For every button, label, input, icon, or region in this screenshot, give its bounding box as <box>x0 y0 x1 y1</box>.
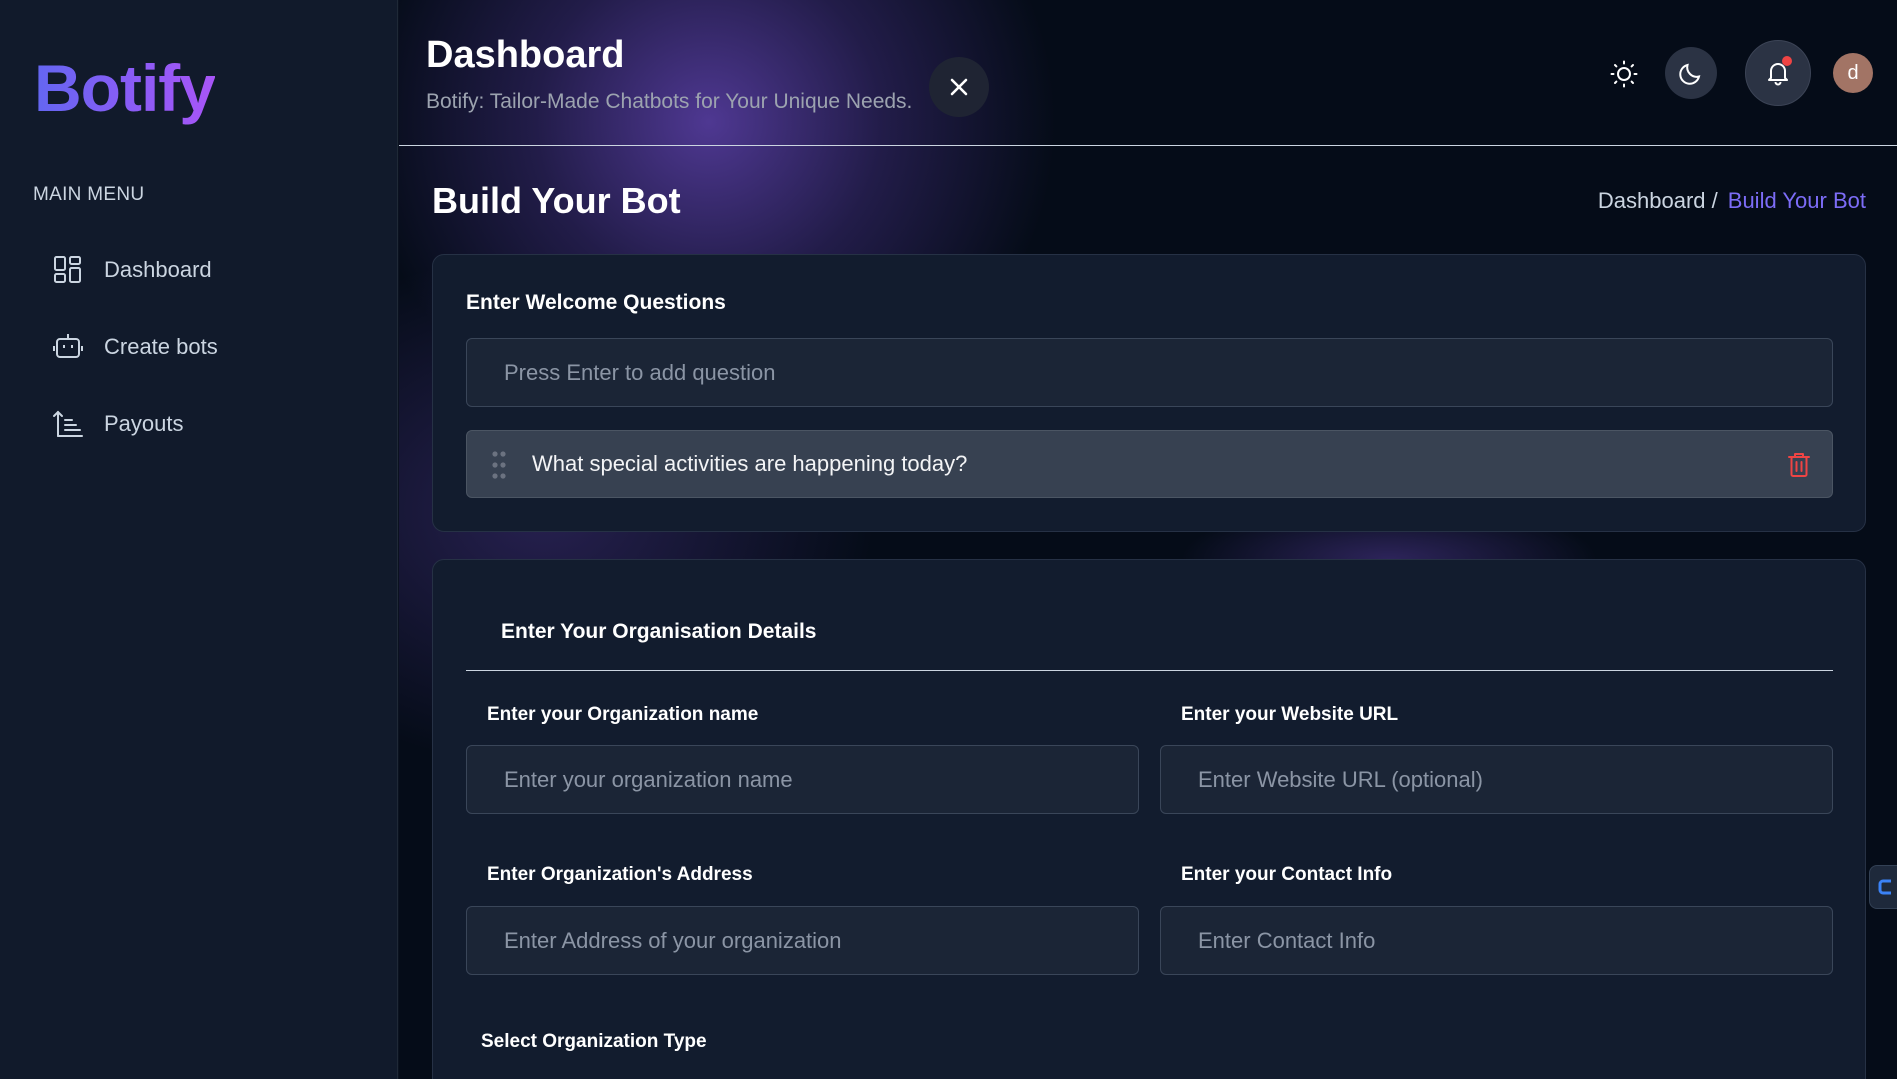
close-button[interactable] <box>929 57 989 117</box>
top-header: Dashboard Botify: Tailor-Made Chatbots f… <box>399 0 1897 146</box>
organization-type-label: Select Organization Type <box>481 1031 707 1052</box>
page-title: Build Your Bot <box>432 180 681 221</box>
contact-info-input[interactable]: Enter Contact Info <box>1160 906 1833 975</box>
organization-name-input[interactable]: Enter your organization name <box>466 745 1139 814</box>
website-url-label: Enter your Website URL <box>1181 704 1399 725</box>
question-list-item[interactable]: What special activities are happening to… <box>466 430 1833 498</box>
organisation-details-card: Enter Your Organisation Details Enter yo… <box>432 559 1866 1079</box>
avatar[interactable]: d <box>1833 53 1873 93</box>
sun-icon <box>1610 60 1638 88</box>
header-subtitle: Botify: Tailor-Made Chatbots for Your Un… <box>426 90 913 113</box>
sidebar-item-label: Dashboard <box>104 257 212 282</box>
notifications-button[interactable] <box>1745 40 1811 106</box>
robot-icon <box>52 331 84 363</box>
sidebar-item-payouts[interactable]: Payouts <box>52 402 352 446</box>
notification-dot <box>1782 56 1792 66</box>
widget-icon <box>1878 879 1891 895</box>
sidebar: Botify MAIN MENU Dashboard Create bots P… <box>0 0 398 1079</box>
organisation-details-heading: Enter Your Organisation Details <box>501 620 817 643</box>
breadcrumb-home[interactable]: Dashboard / <box>1598 188 1718 214</box>
breadcrumb-current: Build Your Bot <box>1727 188 1866 213</box>
main-menu-heading: MAIN MENU <box>33 184 145 205</box>
sidebar-item-label: Payouts <box>104 411 184 436</box>
website-url-input[interactable]: Enter Website URL (optional) <box>1160 745 1833 814</box>
moon-icon <box>1679 63 1701 85</box>
question-text: What special activities are happening to… <box>532 451 968 476</box>
header-title: Dashboard <box>426 34 625 76</box>
section-divider <box>466 670 1833 671</box>
welcome-question-input[interactable]: Press Enter to add question <box>466 338 1833 407</box>
welcome-questions-heading: Enter Welcome Questions <box>466 291 726 314</box>
side-widget-tab[interactable] <box>1869 865 1897 909</box>
logo[interactable]: Botify <box>34 50 216 126</box>
dark-mode-button[interactable] <box>1665 47 1717 99</box>
close-icon <box>950 78 968 96</box>
sidebar-item-create-bots[interactable]: Create bots <box>52 325 352 369</box>
organization-address-input[interactable]: Enter Address of your organization <box>466 906 1139 975</box>
sidebar-item-label: Create bots <box>104 334 218 359</box>
drag-handle-icon[interactable] <box>491 450 507 480</box>
welcome-questions-card: Enter Welcome Questions Press Enter to a… <box>432 254 1866 532</box>
app-root: Botify MAIN MENU Dashboard Create bots P… <box>0 0 1897 1079</box>
light-mode-button[interactable] <box>1606 56 1642 92</box>
sort-list-icon <box>52 408 84 440</box>
breadcrumb: Dashboard / Build Your Bot <box>1598 188 1866 214</box>
organization-address-label: Enter Organization's Address <box>487 864 753 885</box>
contact-info-label: Enter your Contact Info <box>1181 864 1393 885</box>
main-content: Dashboard Botify: Tailor-Made Chatbots f… <box>399 0 1897 1079</box>
organization-name-label: Enter your Organization name <box>487 704 759 725</box>
dashboard-grid-icon <box>52 254 84 286</box>
trash-icon[interactable] <box>1786 451 1812 479</box>
sidebar-item-dashboard[interactable]: Dashboard <box>52 248 352 292</box>
